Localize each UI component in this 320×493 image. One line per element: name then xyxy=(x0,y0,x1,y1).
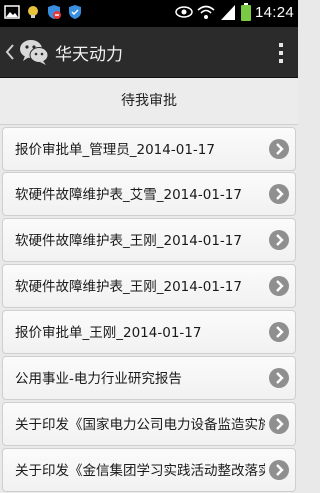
clock: 14:24 xyxy=(254,3,294,21)
list-item[interactable]: 软硬件故障维护表_王刚_2014-01-17 xyxy=(2,264,296,308)
list-item[interactable]: 关于印发《国家电力公司电力设备监造实施... xyxy=(2,402,296,446)
chevron-right-icon xyxy=(269,460,289,480)
list-item[interactable]: 软硬件故障维护表_艾雪_2014-01-17 xyxy=(2,172,296,216)
list-item-label: 关于印发《国家电力公司电力设备监造实施... xyxy=(15,417,265,433)
bulb-icon xyxy=(28,6,38,18)
battery-icon xyxy=(240,3,251,21)
list-item[interactable]: 软硬件故障维护表_王刚_2014-01-17 xyxy=(2,218,296,262)
chevron-right-icon xyxy=(269,276,289,296)
chevron-right-icon xyxy=(269,414,289,434)
back-icon[interactable] xyxy=(5,43,15,61)
image-icon xyxy=(4,5,20,19)
list-item[interactable]: 关于印发《金信集团学习实践活动整改落实... xyxy=(2,448,296,492)
list-item-label: 软硬件故障维护表_王刚_2014-01-17 xyxy=(15,279,242,295)
chevron-right-icon xyxy=(269,368,289,388)
list-item-label: 软硬件故障维护表_王刚_2014-01-17 xyxy=(15,233,242,249)
list-item-label: 报价审批单_管理员_2014-01-17 xyxy=(15,142,215,158)
overflow-menu-icon[interactable] xyxy=(278,42,284,64)
wechat-icon[interactable] xyxy=(19,38,49,66)
section-title: 待我审批 xyxy=(0,78,298,125)
list-item-label: 关于印发《金信集团学习实践活动整改落实... xyxy=(15,463,265,479)
shield-icon xyxy=(69,5,81,19)
list-item[interactable]: 公用事业-电力行业研究报告 xyxy=(2,356,296,400)
wifi-icon xyxy=(197,5,215,19)
chevron-right-icon xyxy=(269,184,289,204)
app-title: 华天动力 xyxy=(55,45,123,65)
system-icons: 14:24 xyxy=(175,3,294,21)
list-item[interactable]: 报价审批单_王刚_2014-01-17 xyxy=(2,310,296,354)
chevron-right-icon xyxy=(269,139,289,159)
notification-icons xyxy=(4,4,83,20)
list-item-label: 软硬件故障维护表_艾雪_2014-01-17 xyxy=(15,187,242,203)
list-item[interactable]: 报价审批单_管理员_2014-01-17 xyxy=(2,127,296,171)
action-bar: 华天动力 xyxy=(0,27,298,78)
list-item-label: 报价审批单_王刚_2014-01-17 xyxy=(15,325,202,341)
chevron-right-icon xyxy=(269,230,289,250)
chevron-right-icon xyxy=(269,322,289,342)
list-item-label: 公用事业-电力行业研究报告 xyxy=(15,371,182,387)
shield-block-icon xyxy=(48,5,61,19)
status-bar: 14:24 xyxy=(0,0,298,27)
signal-icon xyxy=(220,5,235,20)
eye-icon xyxy=(175,6,193,18)
